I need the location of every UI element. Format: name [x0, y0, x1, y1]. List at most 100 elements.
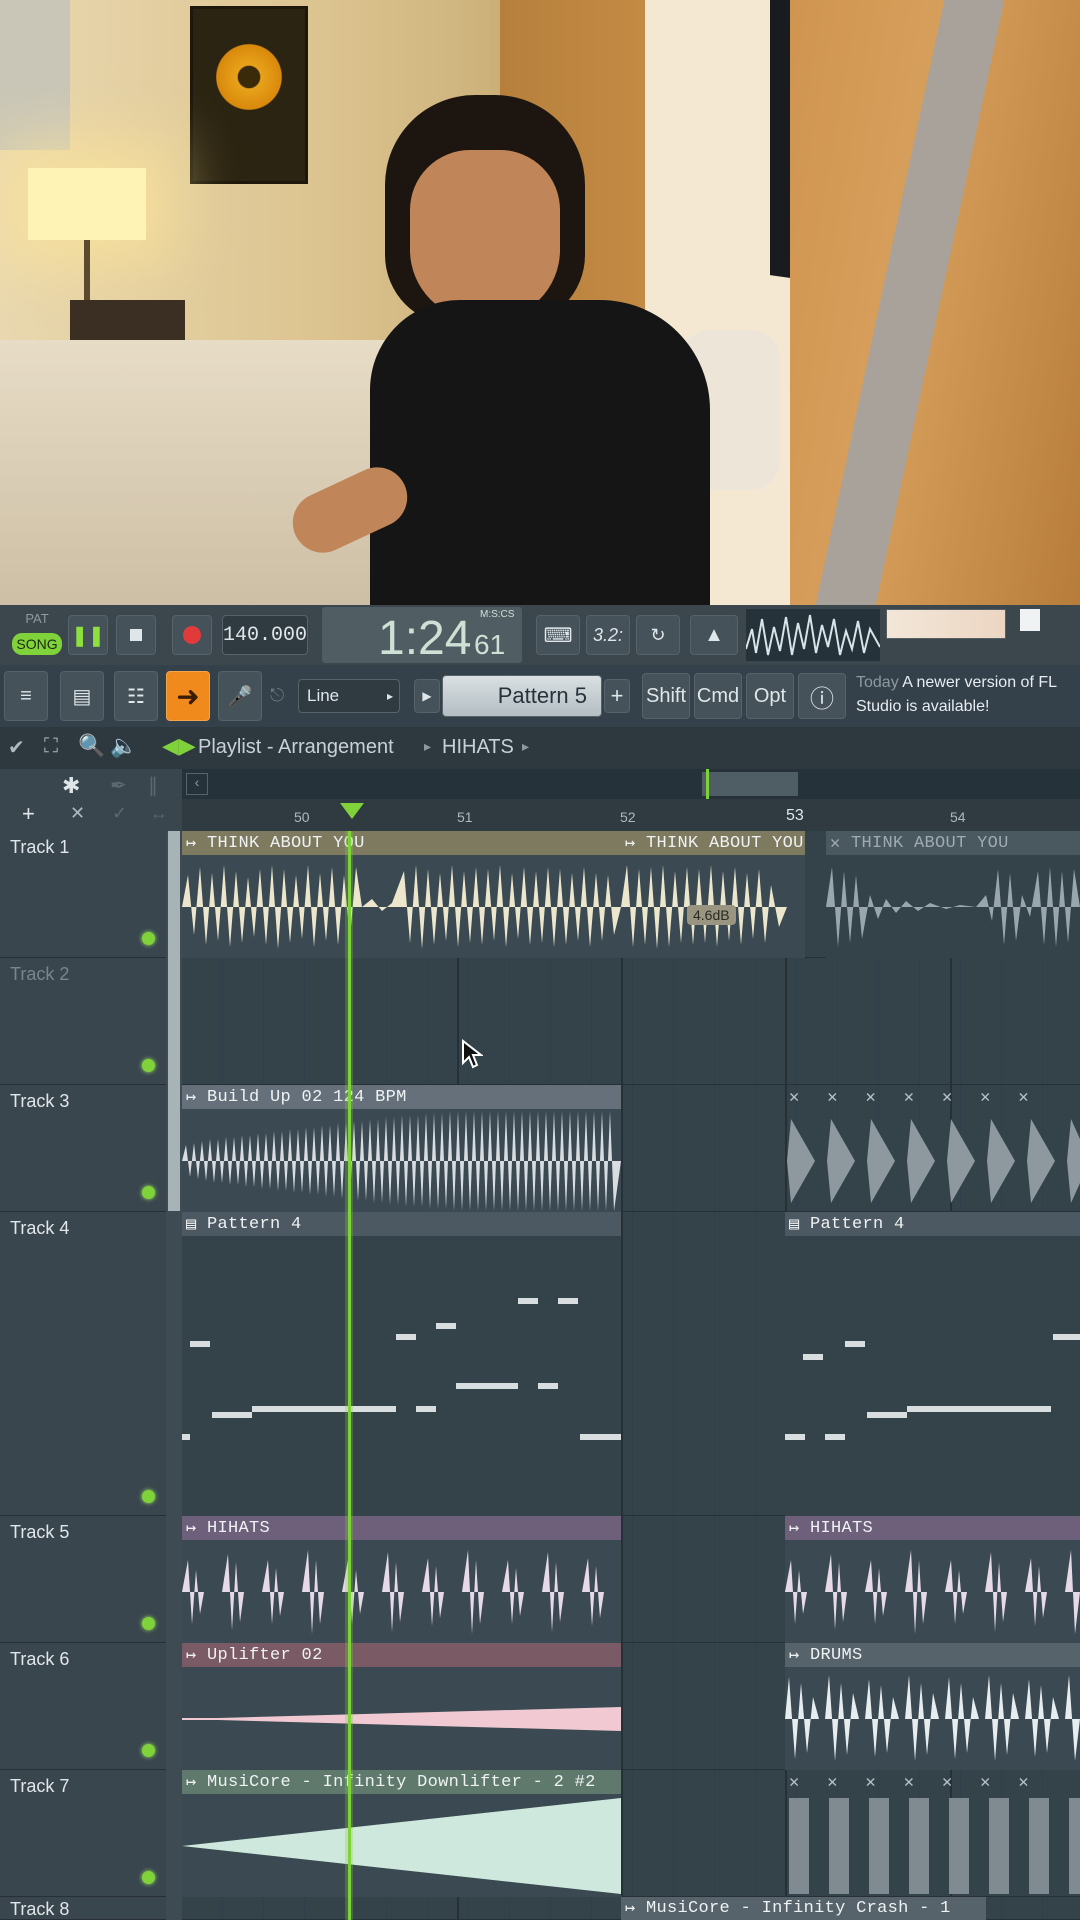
- oscilloscope: [745, 609, 881, 661]
- person-shirt: [370, 300, 710, 605]
- track-mute-led[interactable]: [142, 1744, 155, 1757]
- tempo-display[interactable]: 140.000: [222, 615, 308, 655]
- channel-rack-button[interactable]: ➜: [166, 671, 210, 721]
- track-mute-led[interactable]: [142, 1617, 155, 1630]
- lamp-shade: [28, 168, 146, 240]
- playlist-titlebar: ✔ ⛶ 🔍 🔈 ◀▶ Playlist - Arrangement ▸ HIHA…: [0, 727, 1080, 770]
- plus-icon: +: [610, 683, 624, 708]
- zoom-icon[interactable]: 🔍: [78, 733, 105, 759]
- snap-tool-icon[interactable]: ✔: [8, 735, 25, 760]
- track-header-8[interactable]: Track 8: [0, 1897, 166, 1920]
- volume-meter: [886, 609, 1006, 639]
- waveform: [785, 1675, 1080, 1761]
- note: [558, 1298, 578, 1304]
- pattern-selector[interactable]: Pattern 5: [442, 675, 602, 717]
- ruler-bar-52: 52: [620, 809, 636, 825]
- hint-button[interactable]: ⓘ: [798, 673, 846, 719]
- audio-clip-infinity-downlifter[interactable]: ↦ MusiCore - Infinity Downlifter - 2 #2: [182, 1770, 621, 1897]
- audio-clip-think-about-you-muted[interactable]: ✕ THINK ABOUT YOU: [826, 831, 1080, 958]
- audio-clip-crash-muted[interactable]: ✕✕✕✕✕✕✕: [785, 1085, 1080, 1212]
- clip-arrow-icon: ↦: [186, 834, 208, 854]
- pattern-prev-button[interactable]: ▶: [414, 679, 440, 713]
- pattern-clip-pattern-4[interactable]: ▤ Pattern 4: [182, 1212, 621, 1516]
- track-mute-led[interactable]: [142, 1871, 155, 1884]
- piano-roll-button[interactable]: ▤: [60, 671, 104, 721]
- audio-clip-crash-muted[interactable]: ✕✕✕✕✕✕✕: [785, 1770, 1080, 1897]
- track-header-1[interactable]: Track 1: [0, 831, 166, 958]
- audio-clip-think-about-you[interactable]: ↦ THINK ABOUT YOU: [182, 831, 621, 958]
- news-panel[interactable]: Today A newer version of FL Studio is av…: [856, 671, 1080, 721]
- typing-keyboard-button[interactable]: ⌨: [536, 615, 580, 655]
- track-header-3[interactable]: Track 3: [0, 1085, 166, 1212]
- paint-tool-icon[interactable]: ✒: [110, 773, 127, 798]
- note: [580, 1434, 621, 1440]
- track-scroll-thumb[interactable]: [168, 831, 180, 1211]
- keyboard-icon: ⌨: [543, 624, 573, 647]
- mixer-button[interactable]: ☷: [114, 671, 158, 721]
- select-tool-icon[interactable]: ⛶: [44, 735, 58, 758]
- waveform: [182, 1798, 621, 1894]
- delete-tool-icon[interactable]: ✕: [70, 803, 85, 824]
- record-button[interactable]: [172, 615, 212, 655]
- track-lane-2[interactable]: [182, 958, 1080, 1085]
- opt-button[interactable]: Opt: [746, 673, 794, 719]
- track-mute-led[interactable]: [142, 1059, 155, 1072]
- clip-arrow-icon: ↦: [186, 1088, 208, 1108]
- snap-selector[interactable]: Line ▸: [298, 679, 400, 713]
- breadcrumb-pattern[interactable]: HIHATS: [442, 736, 514, 759]
- loop-record-button[interactable]: ↻: [636, 615, 680, 655]
- note: [436, 1323, 456, 1329]
- note: [785, 1434, 805, 1440]
- track-header-6[interactable]: Track 6: [0, 1643, 166, 1770]
- audio-clip-drums[interactable]: ↦ DRUMS: [785, 1643, 1080, 1770]
- note: [518, 1298, 538, 1304]
- arrow-right-icon: ➜: [176, 680, 200, 712]
- cmd-button[interactable]: Cmd: [694, 673, 742, 719]
- clip-arrow-icon: ↦: [186, 1646, 208, 1666]
- metronome-button[interactable]: ▲: [690, 615, 738, 655]
- slice-tool-icon[interactable]: ✓: [112, 803, 127, 824]
- track-mute-led[interactable]: [142, 1186, 155, 1199]
- headphones-icon: ⎋: [270, 685, 285, 705]
- song-mode-toggle[interactable]: SONG: [12, 633, 62, 655]
- track-header-7[interactable]: Track 7: [0, 1770, 166, 1897]
- clip-muted-icon: ✕✕✕✕✕✕✕: [789, 1773, 1057, 1793]
- track-header-5[interactable]: Track 5: [0, 1516, 166, 1643]
- playlist-button[interactable]: ≡: [4, 671, 48, 721]
- slip-tool-icon[interactable]: ∥: [148, 773, 158, 798]
- audio-clip-build-up[interactable]: ↦ Build Up 02 124 BPM: [182, 1085, 621, 1212]
- draw-tool-icon[interactable]: ✱: [62, 773, 80, 799]
- fl-studio-stream-screen: PAT SONG ❚❚ 140.000 1:24 61 M:S:CS ⌨ 3.2…: [0, 0, 1080, 1920]
- audio-clip-hihats[interactable]: ↦ HIHATS: [785, 1516, 1080, 1643]
- help-bubble-icon: ⓘ: [810, 685, 834, 713]
- track-mute-led[interactable]: [142, 932, 155, 945]
- breadcrumb-chevron-icon: ▸: [522, 738, 530, 754]
- stop-button[interactable]: [116, 615, 156, 655]
- speaker-icon[interactable]: 🔈: [110, 733, 137, 759]
- pattern-clip-pattern-4[interactable]: ▤ Pattern 4: [785, 1212, 1080, 1516]
- recording-button[interactable]: 🎤: [218, 671, 262, 721]
- track-scroll-strip[interactable]: [166, 831, 182, 1920]
- scroll-left-icon[interactable]: ‹: [186, 773, 208, 795]
- timeline-ruler[interactable]: ✱ ✒ ∥ + ✕ ✓ ↔ ‹ 50 51 52 53 54: [0, 769, 1080, 832]
- shift-button[interactable]: Shift: [642, 673, 690, 719]
- pat-mode-label[interactable]: PAT: [14, 611, 60, 631]
- audio-clip-infinity-crash[interactable]: ↦ MusiCore - Infinity Crash - 1: [621, 1897, 986, 1920]
- audio-clip-hihats[interactable]: ↦ HIHATS: [182, 1516, 621, 1643]
- track-mute-led[interactable]: [142, 1490, 155, 1503]
- audio-clip-uplifter[interactable]: ↦ Uplifter 02: [182, 1643, 621, 1770]
- add-track-icon[interactable]: +: [22, 801, 35, 827]
- audio-clip-think-about-you[interactable]: ↦ THINK ABOUT YOU 4.6dB: [621, 831, 805, 958]
- stretch-tool-icon[interactable]: ↔: [150, 803, 168, 824]
- add-pattern-button[interactable]: +: [604, 679, 630, 713]
- metronome-numerator[interactable]: 3.2:: [586, 615, 630, 655]
- playlist-overview-scrollbar[interactable]: ‹: [182, 769, 1080, 799]
- time-display[interactable]: 1:24 61 M:S:CS: [322, 607, 522, 665]
- record-icon: [183, 626, 201, 644]
- scrollbar-thumb[interactable]: [702, 772, 798, 796]
- track-header-2[interactable]: Track 2: [0, 958, 166, 1085]
- track-header-4[interactable]: Track 4: [0, 1212, 166, 1516]
- clip-gain-badge: 4.6dB: [687, 905, 736, 925]
- pause-button[interactable]: ❚❚: [68, 615, 108, 655]
- playhead-marker-icon[interactable]: [340, 803, 364, 819]
